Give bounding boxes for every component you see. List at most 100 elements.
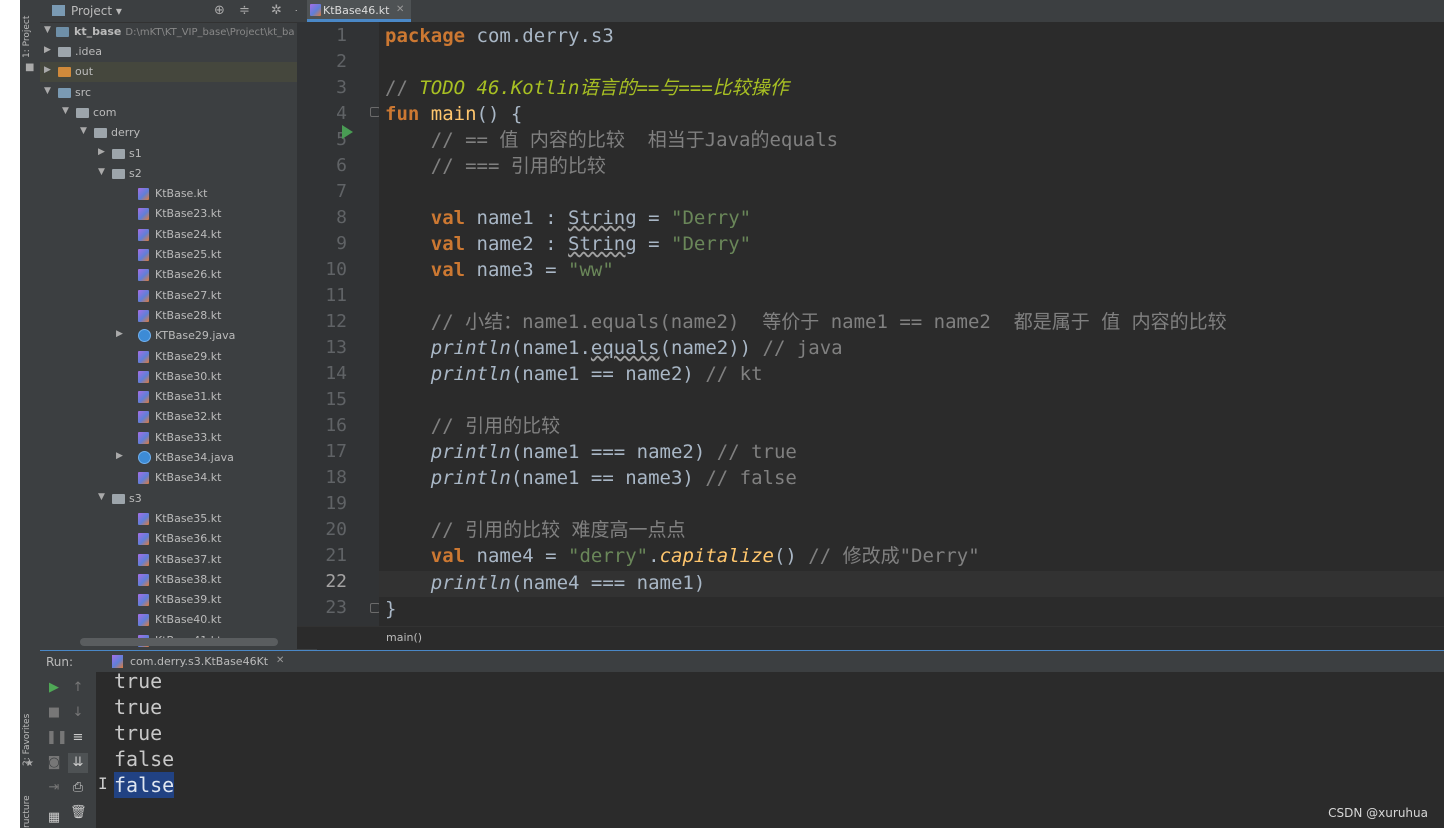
kotlin-file-icon — [138, 370, 149, 383]
run-config-tab[interactable]: com.derry.s3.KtBase46Kt — [130, 655, 268, 668]
console-line: false — [114, 772, 175, 798]
breadcrumb-main[interactable]: main() — [386, 631, 422, 644]
tree-item[interactable]: ▶ .idea — [40, 42, 317, 62]
star-icon: ★ — [25, 758, 34, 769]
tree-item[interactable]: KtBase40.kt — [40, 610, 317, 630]
code-line-18: println(name1 == name3) // false — [430, 467, 797, 489]
tree-item[interactable]: KtBase23.kt — [40, 204, 317, 224]
pause-icon[interactable]: ❚❚ — [46, 730, 68, 746]
chevron-right-icon[interactable]: ▶ — [116, 329, 123, 339]
tree-item[interactable]: KtBase33.kt — [40, 428, 317, 448]
scroll-to-end-icon[interactable]: ⇊ — [68, 753, 88, 773]
tree-item[interactable]: KtBase24.kt — [40, 225, 317, 245]
camera-icon[interactable]: ◙ — [46, 755, 62, 771]
kotlin-file-icon — [138, 309, 149, 322]
arrow-up-icon[interactable]: ↑ — [70, 680, 86, 696]
chevron-down-icon[interactable]: ▼ — [62, 106, 69, 116]
package-icon — [112, 168, 125, 179]
tree-item[interactable]: ▶ KtBase34.java — [40, 448, 317, 468]
tree-item[interactable]: KtBase37.kt — [40, 550, 317, 570]
chevron-down-icon[interactable]: ▼ — [98, 167, 105, 177]
stop-icon[interactable]: ■ — [46, 705, 62, 721]
tree-item[interactable]: KtBase34.kt — [40, 468, 317, 488]
tree-item[interactable]: KtBase29.kt — [40, 347, 317, 367]
project-panel-header: Project ▾ ⊕ ≑ ✲ — — [40, 0, 317, 23]
tree-item[interactable]: ▼ derry — [40, 123, 317, 143]
arrow-down-icon[interactable]: ↓ — [70, 705, 86, 721]
tree-item[interactable]: ▼ com — [40, 103, 317, 123]
tree-item-label: KtBase34.kt — [155, 471, 222, 485]
exit-icon[interactable]: ⇥ — [46, 780, 62, 796]
run-panel-header: Run: com.derry.s3.KtBase46Kt ✕ — [40, 650, 1444, 673]
chevron-right-icon[interactable]: ▶ — [44, 45, 51, 55]
tree-item[interactable]: KtBase28.kt — [40, 306, 317, 326]
line-number: 3 — [336, 77, 347, 98]
tree-item[interactable]: KtBase32.kt — [40, 407, 317, 427]
trash-icon[interactable]: 🗑 — [70, 805, 87, 821]
tree-item-label: com — [93, 105, 117, 119]
code-line-10: val name3 = "ww" — [430, 259, 614, 281]
left-margin — [0, 0, 20, 828]
line-number: 13 — [325, 337, 347, 358]
line-number: 14 — [325, 363, 347, 384]
project-tool-tab[interactable]: 1: Project — [22, 6, 38, 58]
chevron-down-icon: ▼ — [44, 25, 51, 35]
project-view-label: Project — [71, 4, 113, 18]
tree-item[interactable]: KtBase25.kt — [40, 245, 317, 265]
code-editor[interactable]: package com.derry.s3 // TODO 46.Kotlin语言… — [379, 22, 1444, 626]
rerun-icon[interactable]: ▶ — [46, 680, 62, 696]
tree-item[interactable]: KtBase35.kt — [40, 509, 317, 529]
tree-item[interactable]: KtBase30.kt — [40, 367, 317, 387]
root-name: kt_base — [74, 25, 122, 38]
tree-root-item[interactable]: ▼ kt_base D:\mKT\KT_VIP_base\Project\kt_b… — [40, 22, 317, 42]
folder-icon: ■ — [25, 62, 35, 73]
kotlin-file-icon — [138, 289, 149, 302]
line-number: 21 — [325, 545, 347, 566]
editor-tab-ktbase46[interactable]: KtBase46.kt ✕ — [307, 0, 411, 22]
kotlin-file-icon — [138, 249, 149, 261]
editor-gutter: 1 2 3 4 5 6 7 8 9 10 11 12 13 14 15 16 17 18 19 20 21 22 23 — [297, 22, 380, 626]
tree-item[interactable]: KtBase38.kt — [40, 570, 317, 590]
tree-item[interactable]: KtBase26.kt — [40, 265, 317, 285]
run-toolbar: ▶ ↑ ■ ↓ ❚❚ ≡ ◙ ⇊ ⇥ ⎙ ▦ 🗑 — [40, 672, 96, 828]
tree-item[interactable]: KtBase36.kt — [40, 529, 317, 549]
soft-wrap-icon[interactable]: ≡ — [70, 730, 86, 746]
print-icon[interactable]: ⎙ — [70, 780, 86, 796]
tree-item[interactable]: KtBase31.kt — [40, 387, 317, 407]
tree-item-label: KTBase29.java — [155, 329, 236, 343]
gear-icon[interactable]: ✲ — [271, 3, 282, 18]
project-horizontal-scrollbar[interactable] — [80, 638, 278, 646]
run-gutter-icon[interactable] — [342, 125, 353, 139]
console-output[interactable]: true true true false false I — [96, 672, 1444, 828]
project-view-selector[interactable]: Project ▾ — [71, 4, 122, 18]
chevron-right-icon[interactable]: ▶ — [98, 147, 105, 157]
ide-window: 1: Project ■ 2: Favorites ★ ructure Proj… — [20, 0, 1444, 828]
structure-tool-tab[interactable]: ructure — [22, 790, 38, 828]
tree-item-label: .idea — [75, 45, 103, 58]
collapse-all-icon[interactable]: ≑ — [239, 3, 250, 18]
tree-item[interactable]: KtBase39.kt — [40, 590, 317, 610]
layout-icon[interactable]: ▦ — [46, 810, 62, 826]
tree-item[interactable]: ▼ s3 — [40, 489, 317, 509]
line-number: 17 — [325, 441, 347, 462]
line-number: 1 — [336, 25, 347, 46]
tree-item[interactable]: KtBase27.kt — [40, 286, 317, 306]
tree-item[interactable]: ▼ src — [40, 83, 317, 103]
chevron-down-icon[interactable]: ▼ — [98, 492, 105, 502]
tree-item[interactable]: ▼ s2 — [40, 164, 317, 184]
chevron-right-icon[interactable]: ▶ — [44, 65, 51, 75]
tree-item-label: derry — [111, 126, 141, 140]
close-icon[interactable]: ✕ — [276, 655, 284, 666]
chevron-down-icon[interactable]: ▼ — [44, 86, 51, 96]
tree-item[interactable]: KtBase.kt — [40, 184, 317, 204]
favorites-tool-tab[interactable]: 2: Favorites — [22, 696, 38, 766]
tree-item[interactable]: ▶ KTBase29.java — [40, 326, 317, 346]
tree-item[interactable]: ▶ out — [40, 62, 317, 83]
java-class-icon — [138, 329, 151, 343]
locate-icon[interactable]: ⊕ — [214, 3, 225, 18]
chevron-right-icon[interactable]: ▶ — [116, 451, 123, 461]
line-number: 12 — [325, 311, 347, 332]
tree-item[interactable]: ▶ s1 — [40, 144, 317, 164]
close-icon[interactable]: ✕ — [396, 4, 404, 15]
chevron-down-icon[interactable]: ▼ — [80, 126, 87, 136]
